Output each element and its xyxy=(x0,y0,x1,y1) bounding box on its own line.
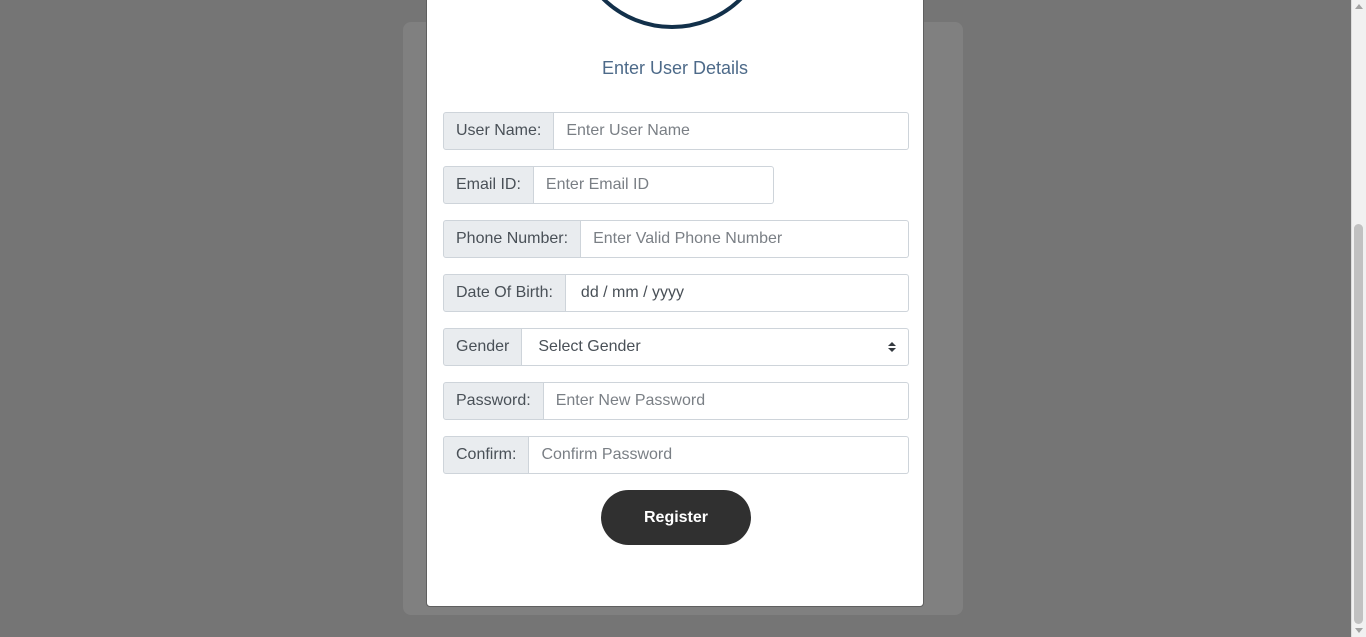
scroll-thumb[interactable] xyxy=(1354,224,1363,624)
email-input[interactable] xyxy=(533,166,774,204)
register-button[interactable]: Register xyxy=(601,490,751,545)
username-row: User Name: xyxy=(443,112,909,150)
gender-label: Gender xyxy=(443,328,523,366)
phone-row: Phone Number: xyxy=(443,220,909,258)
password-label: Password: xyxy=(443,382,544,420)
phone-label: Phone Number: xyxy=(443,220,582,258)
phone-input[interactable] xyxy=(581,220,909,258)
username-label: User Name: xyxy=(443,112,555,150)
confirm-label: Confirm: xyxy=(443,436,530,474)
email-label: Email ID: xyxy=(443,166,534,204)
modal-title: Enter User Details xyxy=(601,58,749,78)
select-arrows-icon xyxy=(888,342,896,352)
scroll-down-icon[interactable] xyxy=(1355,628,1363,633)
avatar-frame xyxy=(427,0,923,39)
page-scrollbar[interactable] xyxy=(1351,0,1366,637)
registration-modal: Enter User Details User Name: Email ID: … xyxy=(426,0,924,607)
dob-input[interactable]: dd / mm / yyyy xyxy=(565,274,909,312)
gender-select[interactable]: Select Gender xyxy=(522,328,909,366)
gender-select-value: Select Gender xyxy=(538,338,641,355)
confirm-password-input[interactable] xyxy=(529,436,909,474)
dob-label: Date Of Birth: xyxy=(443,274,566,312)
confirm-row: Confirm: xyxy=(443,436,909,474)
dob-row: Date Of Birth: dd / mm / yyyy xyxy=(443,274,909,312)
scroll-up-icon[interactable] xyxy=(1355,4,1363,9)
gender-row: Gender Select Gender xyxy=(443,328,909,366)
username-input[interactable] xyxy=(554,112,909,150)
email-row: Email ID: xyxy=(443,166,774,204)
password-row: Password: xyxy=(443,382,909,420)
user-avatar-icon xyxy=(572,0,772,29)
password-input[interactable] xyxy=(543,382,909,420)
